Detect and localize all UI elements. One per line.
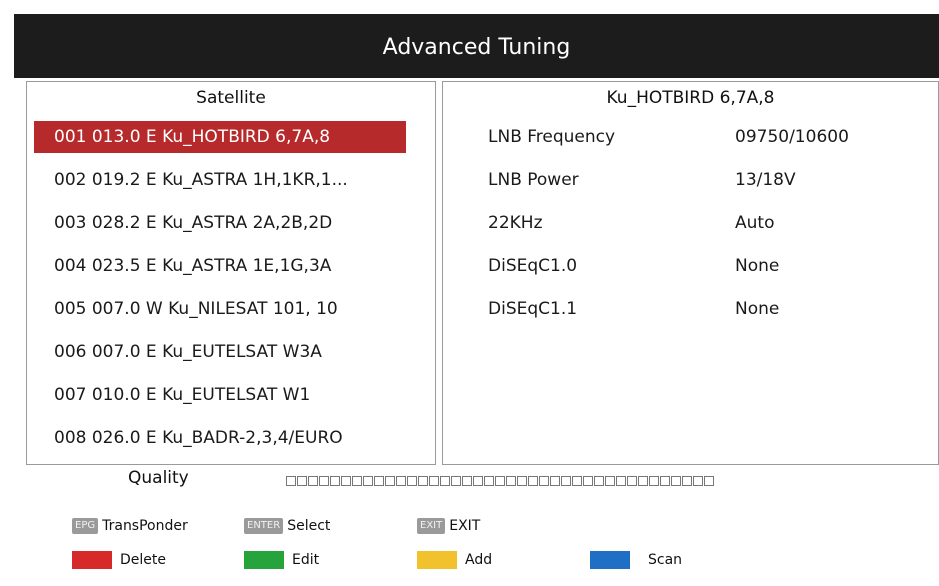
quality-segment	[308, 476, 318, 486]
quality-label: Quality	[128, 468, 189, 488]
satellite-item[interactable]: 007 010.0 E Ku_EUTELSAT W1	[34, 379, 406, 411]
param-value: Auto	[735, 213, 775, 233]
quality-segment	[418, 476, 428, 486]
satellite-details-panel: Ku_HOTBIRD 6,7A,8 LNB Frequency 09750/10…	[442, 81, 939, 465]
quality-segment	[440, 476, 450, 486]
param-diseqc11[interactable]: DiSEqC1.1 None	[443, 293, 938, 325]
quality-segment	[407, 476, 417, 486]
help-exit[interactable]: EXIT EXIT	[417, 518, 480, 534]
quality-segment	[319, 476, 329, 486]
quality-segment	[352, 476, 362, 486]
quality-segment	[649, 476, 659, 486]
quality-segment	[330, 476, 340, 486]
quality-segment	[616, 476, 626, 486]
quality-segment	[506, 476, 516, 486]
satellite-item[interactable]: 008 026.0 E Ku_BADR-2,3,4/EURO	[34, 422, 406, 454]
satellite-item[interactable]: 006 007.0 E Ku_EUTELSAT W3A	[34, 336, 406, 368]
quality-segment	[605, 476, 615, 486]
details-header: Ku_HOTBIRD 6,7A,8	[606, 88, 775, 108]
satellite-panel: Satellite 001 013.0 E Ku_HOTBIRD 6,7A,8 …	[26, 81, 436, 465]
quality-segment	[583, 476, 593, 486]
help-scan[interactable]: Scan	[590, 551, 682, 569]
help-exit-label: EXIT	[449, 518, 481, 534]
param-value: None	[735, 256, 780, 276]
help-edit[interactable]: Edit	[244, 551, 319, 569]
red-key-icon	[72, 551, 112, 569]
advanced-tuning-screen: Advanced Tuning Satellite 001 013.0 E Ku…	[14, 14, 939, 586]
satellite-item[interactable]: 005 007.0 W Ku_NILESAT 101, 10	[34, 293, 406, 325]
satellite-item[interactable]: 004 023.5 E Ku_ASTRA 1E,1G,3A	[34, 250, 406, 282]
quality-segment	[495, 476, 505, 486]
quality-segment	[539, 476, 549, 486]
help-enter-label: Select	[287, 518, 331, 534]
quality-segment	[396, 476, 406, 486]
satellite-item[interactable]: 003 028.2 E Ku_ASTRA 2A,2B,2D	[34, 207, 406, 239]
param-lnb-frequency[interactable]: LNB Frequency 09750/10600	[443, 121, 938, 153]
quality-segment	[660, 476, 670, 486]
exit-key-icon: EXIT	[417, 518, 446, 534]
quality-segment	[341, 476, 351, 486]
quality-segment	[528, 476, 538, 486]
green-key-icon	[244, 551, 284, 569]
param-value: None	[735, 299, 780, 319]
screen-title: Advanced Tuning	[14, 14, 939, 78]
satellite-header: Satellite	[196, 88, 266, 108]
quality-segment	[704, 476, 714, 486]
help-add[interactable]: Add	[417, 551, 492, 569]
satellite-item[interactable]: 002 019.2 E Ku_ASTRA 1H,1KR,1...	[34, 164, 406, 196]
quality-segment	[462, 476, 472, 486]
quality-segment	[671, 476, 681, 486]
help-scan-label: Scan	[648, 552, 683, 568]
quality-segment	[682, 476, 692, 486]
quality-segment	[385, 476, 395, 486]
quality-segment	[451, 476, 461, 486]
quality-segment	[363, 476, 373, 486]
epg-key-icon: EPG	[72, 518, 99, 534]
quality-segment	[627, 476, 637, 486]
quality-segment	[693, 476, 703, 486]
quality-segment	[517, 476, 527, 486]
param-lnb-power[interactable]: LNB Power 13/18V	[443, 164, 938, 196]
param-diseqc10[interactable]: DiSEqC1.0 None	[443, 250, 938, 282]
help-edit-label: Edit	[292, 552, 320, 568]
yellow-key-icon	[417, 551, 457, 569]
param-label: DiSEqC1.1	[488, 299, 578, 319]
quality-segment	[638, 476, 648, 486]
quality-segment	[473, 476, 483, 486]
param-value: 13/18V	[735, 170, 796, 190]
help-delete-label: Delete	[120, 552, 166, 568]
help-add-label: Add	[465, 552, 493, 568]
quality-segment	[594, 476, 604, 486]
param-value: 09750/10600	[735, 127, 849, 147]
param-label: LNB Frequency	[488, 127, 616, 147]
blue-key-icon	[590, 551, 630, 569]
quality-segment	[297, 476, 307, 486]
quality-segment	[484, 476, 494, 486]
quality-segment	[550, 476, 560, 486]
quality-segment	[572, 476, 582, 486]
quality-segment	[374, 476, 384, 486]
help-epg-label: TransPonder	[102, 518, 188, 534]
enter-key-icon: ENTER	[244, 518, 284, 534]
help-enter[interactable]: ENTER Select	[244, 518, 330, 534]
param-label: 22KHz	[488, 213, 543, 233]
quality-segment	[286, 476, 296, 486]
quality-segment	[429, 476, 439, 486]
help-epg[interactable]: EPG TransPonder	[72, 518, 188, 534]
param-label: DiSEqC1.0	[488, 256, 578, 276]
quality-segment	[561, 476, 571, 486]
param-22khz[interactable]: 22KHz Auto	[443, 207, 938, 239]
param-label: LNB Power	[488, 170, 579, 190]
satellite-item-selected[interactable]: 001 013.0 E Ku_HOTBIRD 6,7A,8	[34, 121, 406, 153]
help-delete[interactable]: Delete	[72, 551, 166, 569]
quality-meter	[286, 476, 714, 488]
